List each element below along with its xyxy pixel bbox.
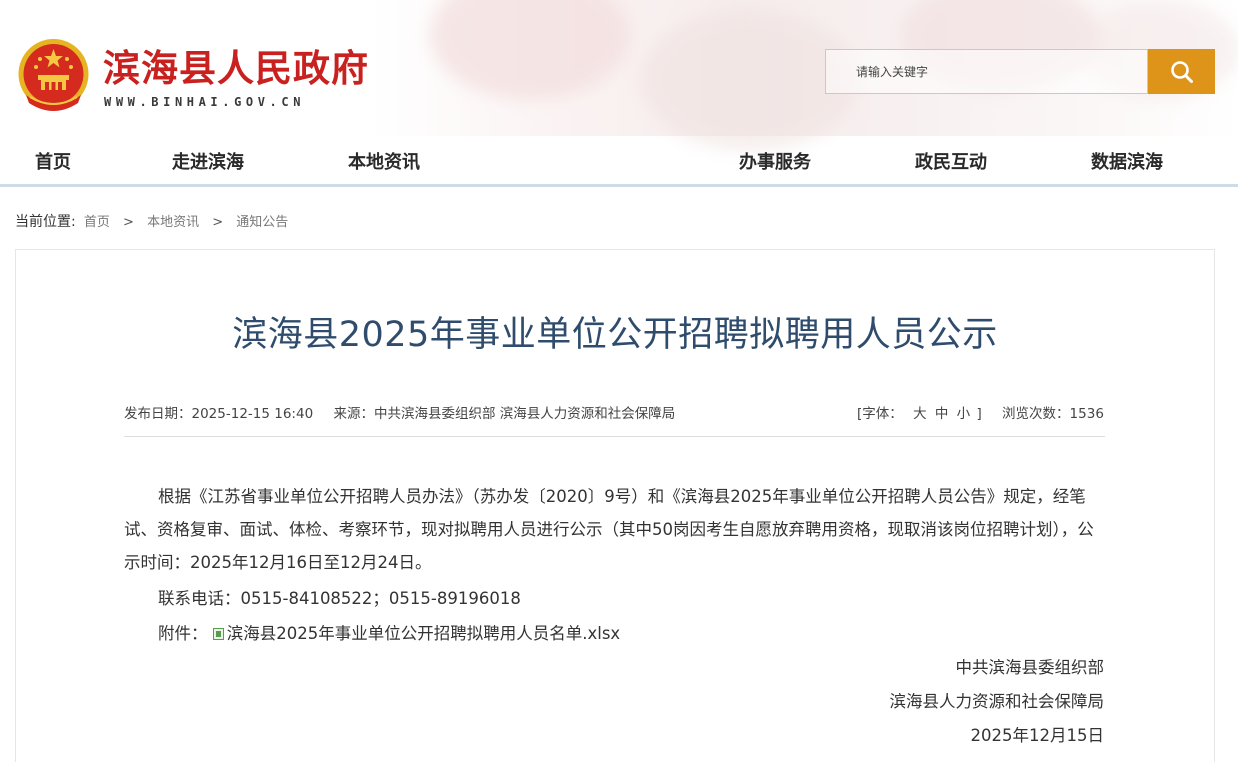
nav-divider <box>0 184 1238 187</box>
phone-numbers: 0515-84108522；0515-89196018 <box>240 589 521 608</box>
site-header: 滨海县人民政府 WWW.BINHAI.GOV.CN <box>0 0 1238 150</box>
font-size-label-close: ] <box>976 406 982 422</box>
breadcrumb-home[interactable]: 首页 <box>84 215 110 230</box>
nav-item-data[interactable]: 数据滨海 <box>1091 148 1163 174</box>
article-title: 滨海县2025年事业单位公开招聘拟聘用人员公示 <box>232 315 998 355</box>
search-button[interactable] <box>1148 49 1215 94</box>
nav-item-about[interactable]: 走进滨海 <box>172 148 244 174</box>
breadcrumb-separator: > <box>212 215 224 230</box>
font-size-medium-button[interactable]: 中 <box>935 406 949 422</box>
attachment-line: 附件： 滨海县2025年事业单位公开招聘拟聘用人员名单.xlsx <box>158 620 620 644</box>
attachment-link[interactable]: 滨海县2025年事业单位公开招聘拟聘用人员名单.xlsx <box>227 624 620 643</box>
date-label: 发布日期： <box>124 406 192 422</box>
meta-divider <box>124 436 1105 437</box>
search-box <box>825 49 1148 94</box>
font-size-small-button[interactable]: 小 <box>957 406 971 422</box>
search-input[interactable] <box>826 50 1147 93</box>
signer-organization-dept: 中共滨海县委组织部 <box>955 658 1105 677</box>
article-body-paragraph: 根据《江苏省事业单位公开招聘人员办法》（苏办发〔2020〕9号）和《滨海县202… <box>124 487 1094 572</box>
main-nav: 首页 走进滨海 本地资讯 办事服务 政民互动 数据滨海 <box>0 136 1238 184</box>
sign-date: 2025年12月15日 <box>970 726 1104 745</box>
spreadsheet-icon <box>212 628 224 640</box>
breadcrumb-local-news[interactable]: 本地资讯 <box>147 215 199 230</box>
attachment-label: 附件： <box>158 624 208 643</box>
phone-label: 联系电话： <box>158 589 241 608</box>
contact-line: 联系电话：0515-84108522；0515-89196018 <box>158 585 521 609</box>
nav-item-home[interactable]: 首页 <box>35 148 71 174</box>
search-icon <box>1170 60 1193 83</box>
font-size-large-button[interactable]: 大 <box>913 406 927 422</box>
article-source: 中共滨海县委组织部 滨海县人力资源和社会保障局 <box>373 406 676 422</box>
breadcrumb-label: 当前位置: <box>15 214 76 230</box>
article-tools: [字体： 大 中 小 ] 浏览次数：1536 <box>857 402 1104 422</box>
nav-item-services[interactable]: 办事服务 <box>739 148 811 174</box>
breadcrumb-separator: > <box>123 215 134 230</box>
article-meta: 发布日期：2025-12-15 16:40 来源：中共滨海县委组织部 滨海县人力… <box>124 402 675 422</box>
site-title: 滨海县人民政府 <box>103 46 369 90</box>
font-size-label: [字体： <box>857 406 903 422</box>
breadcrumb-notices[interactable]: 通知公告 <box>236 215 288 230</box>
publish-date: 2025-12-15 16:40 <box>191 406 314 422</box>
signer-hr-bureau: 滨海县人力资源和社会保障局 <box>889 692 1105 711</box>
national-emblem-logo <box>18 39 89 111</box>
source-label: 来源： <box>333 406 374 422</box>
breadcrumb: 当前位置: 首页 > 本地资讯 > 通知公告 <box>15 211 288 231</box>
nav-item-interaction[interactable]: 政民互动 <box>915 148 987 174</box>
view-count: 1536 <box>1069 406 1104 422</box>
site-url: WWW.BINHAI.GOV.CN <box>104 95 306 109</box>
nav-item-local-news[interactable]: 本地资讯 <box>348 148 420 174</box>
views-label: 浏览次数： <box>1002 406 1070 422</box>
header-decoration <box>430 0 630 100</box>
